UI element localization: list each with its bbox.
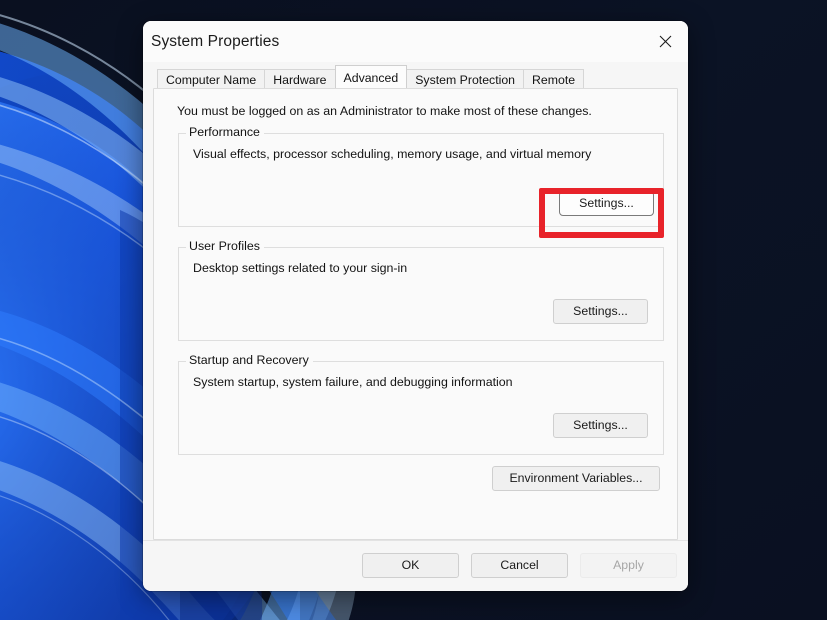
advanced-tab-panel: You must be logged on as an Administrato… [153,88,678,540]
tab-strip: Computer Name Hardware Advanced System P… [143,62,688,88]
performance-group: Performance Visual effects, processor sc… [178,125,664,227]
cancel-button[interactable]: Cancel [471,553,568,578]
performance-settings-button[interactable]: Settings... [559,191,654,216]
tab-remote[interactable]: Remote [523,69,585,88]
startup-recovery-settings-button[interactable]: Settings... [553,413,648,438]
user-profiles-description: Desktop settings related to your sign-in [193,261,408,275]
close-icon [659,35,671,48]
system-properties-dialog: System Properties Computer Name Hardware… [143,21,688,591]
administrator-note: You must be logged on as an Administrato… [177,104,592,118]
user-profiles-group-label: User Profiles [186,239,264,253]
close-button[interactable] [642,21,688,62]
environment-variables-button[interactable]: Environment Variables... [492,466,660,491]
tab-computer-name[interactable]: Computer Name [157,69,266,88]
apply-button: Apply [580,553,677,578]
tab-system-protection[interactable]: System Protection [406,69,525,88]
dialog-footer: OK Cancel Apply [143,540,688,591]
performance-description: Visual effects, processor scheduling, me… [193,147,592,161]
user-profiles-settings-button[interactable]: Settings... [553,299,648,324]
tab-hardware[interactable]: Hardware [264,69,336,88]
startup-recovery-description: System startup, system failure, and debu… [193,375,513,389]
tab-advanced[interactable]: Advanced [334,65,408,88]
dialog-title: System Properties [151,32,280,50]
performance-group-label: Performance [186,125,264,139]
startup-recovery-group-label: Startup and Recovery [186,353,313,367]
startup-recovery-group: Startup and Recovery System startup, sys… [178,353,664,455]
ok-button[interactable]: OK [362,553,459,578]
user-profiles-group: User Profiles Desktop settings related t… [178,239,664,341]
dialog-titlebar[interactable]: System Properties [143,21,688,62]
